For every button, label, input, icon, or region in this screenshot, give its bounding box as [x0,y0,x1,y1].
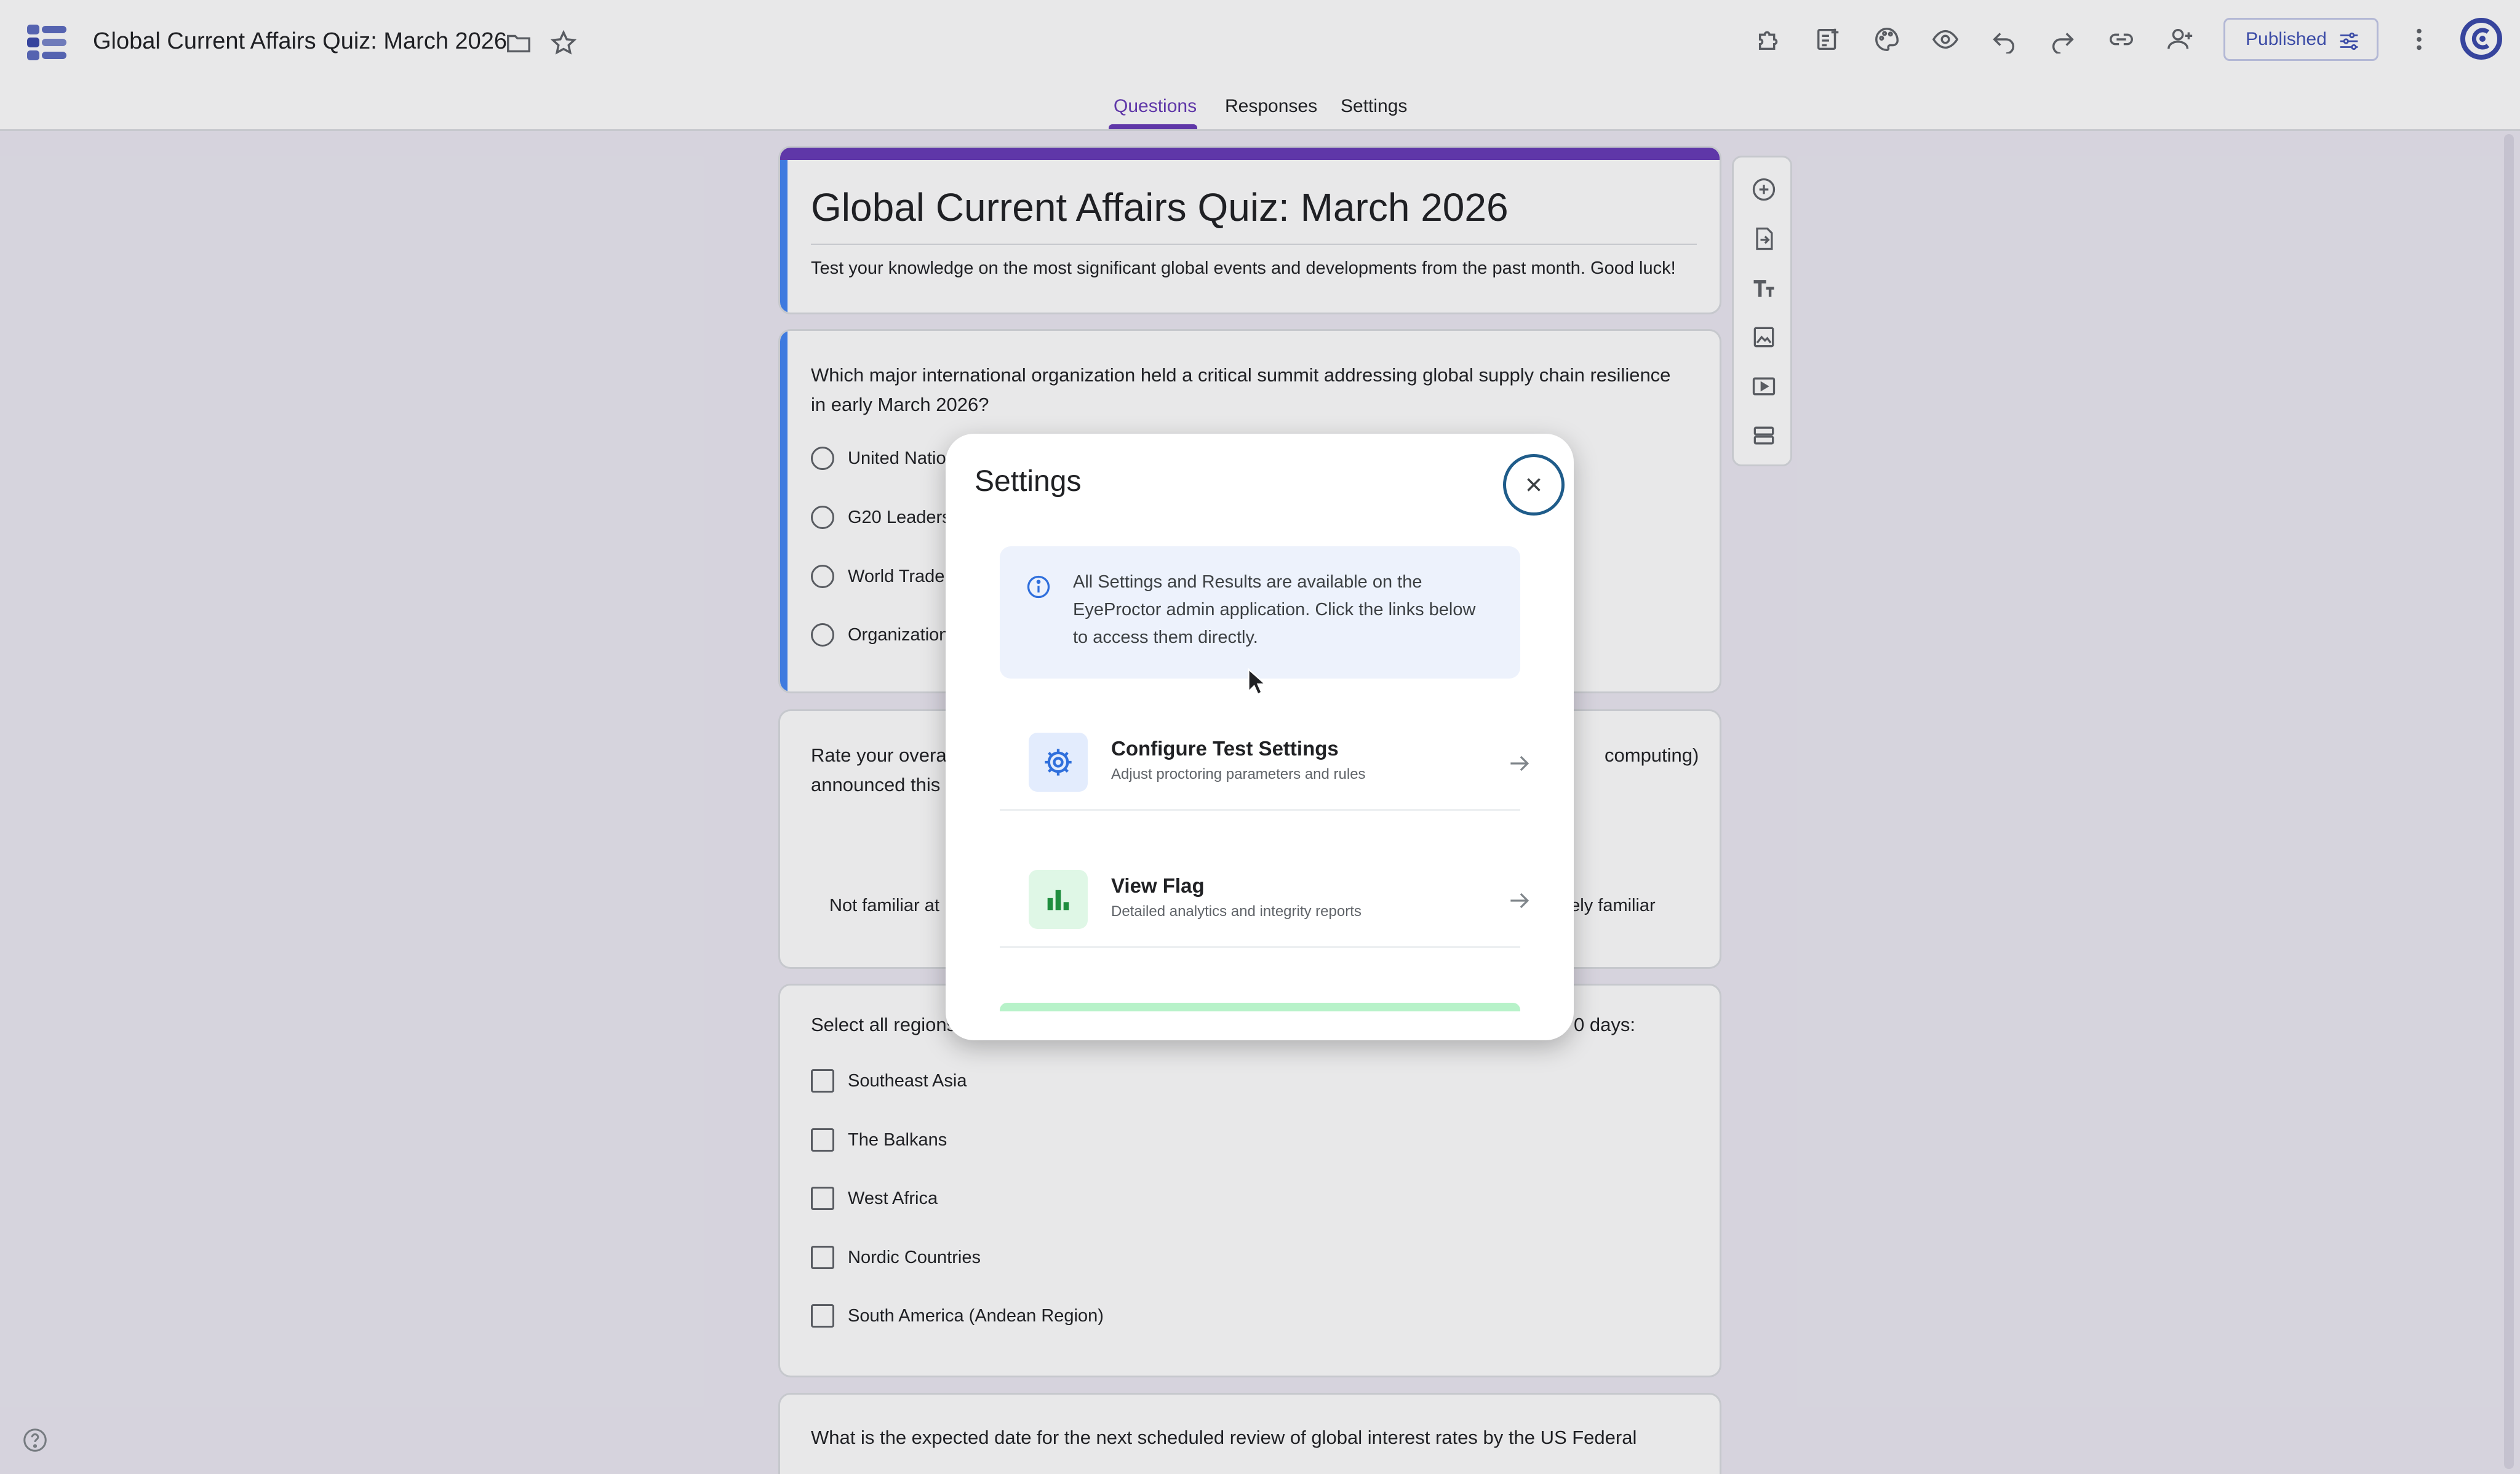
settings-dialog: Settings All Settings and Results are av… [946,434,1574,1040]
dialog-title: Settings [975,465,1082,498]
info-icon [1027,575,1050,599]
configure-test-settings-link[interactable]: Configure Test Settings Adjust proctorin… [1000,703,1529,811]
info-text: All Settings and Results are available o… [1073,572,1476,647]
arrow-right-icon [1510,755,1529,771]
gear-icon [1029,733,1088,792]
link-subtitle: Detailed analytics and integrity reports [1111,903,1362,920]
mouse-cursor-icon [1248,668,1266,696]
link-title: Configure Test Settings [1111,737,1339,760]
arrow-right-icon [1510,893,1529,909]
view-flag-link[interactable]: View Flag Detailed analytics and integri… [1000,840,1529,948]
next-link-partial[interactable] [1000,1003,1520,1011]
link-subtitle: Adjust proctoring parameters and rules [1111,766,1366,783]
link-title: View Flag [1111,874,1205,897]
info-banner: All Settings and Results are available o… [1000,546,1520,679]
close-icon [1527,478,1541,492]
bar-chart-icon [1029,870,1088,929]
close-button[interactable] [1503,454,1565,516]
